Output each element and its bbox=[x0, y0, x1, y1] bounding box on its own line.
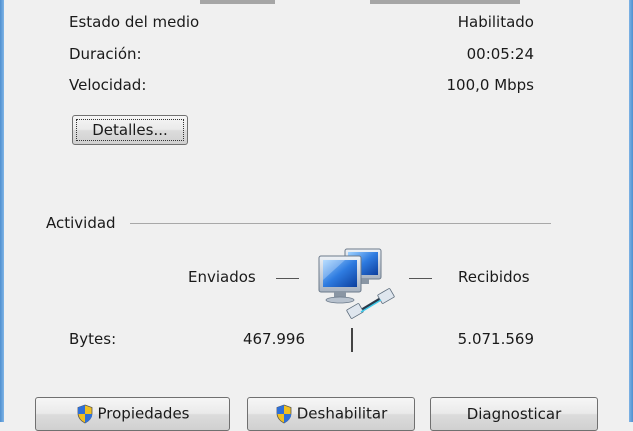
section-divider bbox=[130, 223, 551, 224]
speed-value: 100,0 Mbps bbox=[446, 76, 534, 94]
speed-label: Velocidad: bbox=[69, 76, 147, 94]
activity-separator bbox=[351, 328, 353, 352]
details-button[interactable]: Detalles... bbox=[72, 115, 188, 145]
network-computers-icon bbox=[315, 244, 397, 322]
network-computers-icon bbox=[318, 248, 395, 319]
bytes-sent-value: 467.996 bbox=[242, 330, 305, 348]
received-connector-line bbox=[409, 278, 432, 279]
received-label: Recibidos bbox=[458, 268, 530, 286]
diagnose-button[interactable]: Diagnosticar bbox=[430, 397, 598, 431]
window-frame-right bbox=[629, 0, 633, 422]
duration-label: Duración: bbox=[69, 45, 142, 63]
uac-shield-icon bbox=[276, 404, 292, 424]
uac-shield-icon bbox=[77, 404, 92, 424]
bytes-label: Bytes: bbox=[69, 330, 117, 348]
duration-value: 00:05:24 bbox=[466, 45, 534, 63]
window-frame-left bbox=[0, 0, 4, 422]
sent-label: Enviados bbox=[188, 268, 256, 286]
media-state-label: Estado del medio bbox=[69, 13, 200, 31]
bytes-received-value: 5.071.569 bbox=[457, 330, 534, 348]
media-state-value: Habilitado bbox=[457, 13, 534, 31]
activity-section-title: Actividad bbox=[46, 214, 116, 232]
properties-button[interactable]: Propiedades bbox=[35, 397, 230, 431]
cut-off-text-fragment bbox=[200, 0, 275, 4]
disable-button[interactable]: Deshabilitar bbox=[247, 397, 415, 431]
cut-off-text-fragment bbox=[370, 0, 520, 4]
sent-connector-line bbox=[276, 278, 299, 279]
